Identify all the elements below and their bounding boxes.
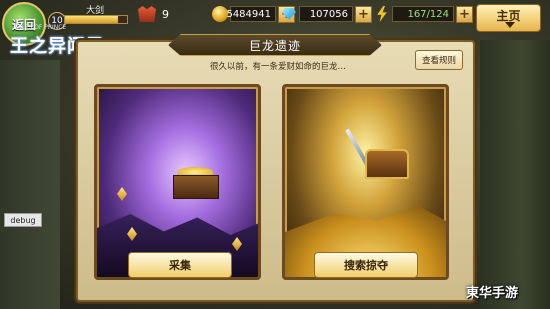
chevron-down-icon bbox=[505, 22, 515, 28]
view-rules-button[interactable]: 查看规则 bbox=[415, 50, 463, 70]
search-plunder-card[interactable] bbox=[282, 84, 449, 280]
rank-value: 9 bbox=[162, 7, 169, 21]
stamina-bolt-icon bbox=[377, 6, 387, 22]
panel-subtitle: 很久以前，有一条爱财如命的巨龙… bbox=[209, 62, 346, 72]
gold-crystal-icon bbox=[117, 187, 127, 201]
add-gems-button[interactable]: + bbox=[355, 5, 372, 23]
panel-title: 巨龙遗迹 bbox=[168, 34, 382, 56]
collect-button[interactable]: 采集 bbox=[128, 252, 232, 278]
watermark: 東华手游 bbox=[466, 286, 519, 301]
game-logo-subtitle: TALES OF PRINCE bbox=[14, 24, 67, 31]
collect-card[interactable] bbox=[94, 84, 261, 280]
home-button-label: 主页 bbox=[496, 9, 521, 23]
treasure-chest-icon bbox=[365, 149, 409, 179]
add-stamina-button[interactable]: + bbox=[456, 5, 473, 23]
stamina-display: 167/124 + bbox=[376, 5, 473, 23]
gem-icon bbox=[282, 8, 296, 20]
search-plunder-button[interactable]: 搜索掠夺 bbox=[314, 252, 418, 278]
mine-cart-icon bbox=[173, 175, 219, 199]
debug-button[interactable]: debug bbox=[4, 213, 42, 227]
stamina-value: 167/124 bbox=[392, 6, 454, 22]
home-button[interactable]: 主页 bbox=[476, 4, 541, 32]
background-tree-left bbox=[0, 60, 60, 309]
rank-display: 9 bbox=[138, 5, 169, 23]
gem-value: 107056 bbox=[299, 6, 353, 22]
gem-display: 107056 + bbox=[282, 5, 372, 23]
rank-icon bbox=[138, 6, 156, 22]
gold-value: 5484941 bbox=[226, 6, 276, 22]
background-tree-right bbox=[480, 40, 550, 309]
